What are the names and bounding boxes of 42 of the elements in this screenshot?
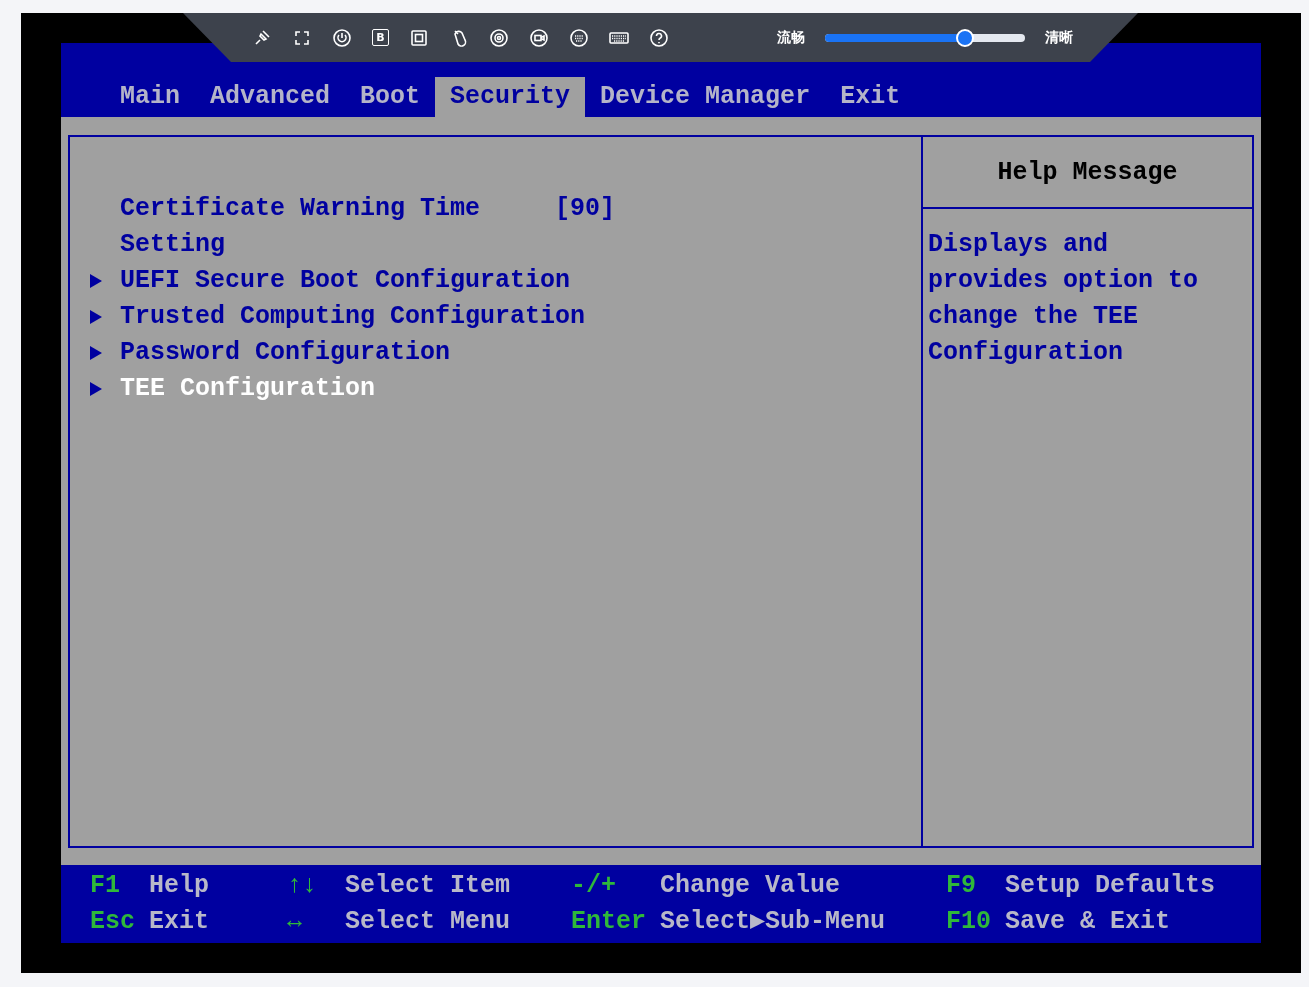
key-hint: Enter <box>571 906 647 938</box>
key-hint: F9 <box>946 870 977 902</box>
menu-tab[interactable]: Exit <box>825 77 916 117</box>
setting-label[interactable]: Password Configuration <box>120 335 451 371</box>
key-action: Select Item <box>345 870 512 902</box>
quality-low-label: 流畅 <box>777 28 805 47</box>
disc-icon[interactable] <box>489 27 509 48</box>
menu-tab[interactable]: Main <box>105 77 195 117</box>
boxed-square-icon[interactable] <box>409 27 429 48</box>
key-action: Change Value <box>660 870 842 902</box>
key-action: Select▶Sub-Menu <box>660 906 887 938</box>
key-hint: ↑↓ <box>287 870 318 902</box>
quality-high-label: 清晰 <box>1045 28 1073 47</box>
setting-label[interactable]: UEFI Secure Boot Configuration <box>120 263 571 299</box>
key-hint: F10 <box>946 906 992 938</box>
submenu-arrow-icon <box>90 310 102 324</box>
help-title: Help Message <box>997 157 1178 187</box>
keypad-icon[interactable] <box>569 27 589 48</box>
key-hint: -/+ <box>571 870 617 902</box>
power-icon[interactable] <box>332 27 352 48</box>
key-hint: ↔ <box>287 906 303 938</box>
menu-tab[interactable]: Device Manager <box>585 77 826 117</box>
key-action: Help <box>149 870 210 902</box>
key-hint: F1 <box>90 870 121 902</box>
submenu-arrow-icon <box>90 346 102 360</box>
setting-value[interactable]: [90] <box>555 191 616 227</box>
camera-icon[interactable] <box>529 27 549 48</box>
key-action: Select Menu <box>345 906 512 938</box>
setting-label[interactable]: Certificate Warning Time Setting <box>120 191 556 263</box>
key-action: Save & Exit <box>1005 906 1172 938</box>
menu-tab[interactable]: Advanced <box>195 77 346 117</box>
submenu-arrow-icon <box>90 382 102 396</box>
key-hint: Esc <box>90 906 136 938</box>
key-action: Exit <box>149 906 210 938</box>
submenu-arrow-icon <box>90 274 102 288</box>
boxed-letter-icon[interactable]: B <box>372 29 389 46</box>
help-icon[interactable] <box>649 27 669 48</box>
menu-tab[interactable]: Boot <box>345 77 436 117</box>
menu-tab[interactable]: Security <box>435 77 586 117</box>
help-text: Displays and provides option to change the TEE Configuration <box>927 229 1200 369</box>
key-action: Setup Defaults <box>1005 870 1217 902</box>
setting-label[interactable]: Trusted Computing Configuration <box>120 299 586 335</box>
